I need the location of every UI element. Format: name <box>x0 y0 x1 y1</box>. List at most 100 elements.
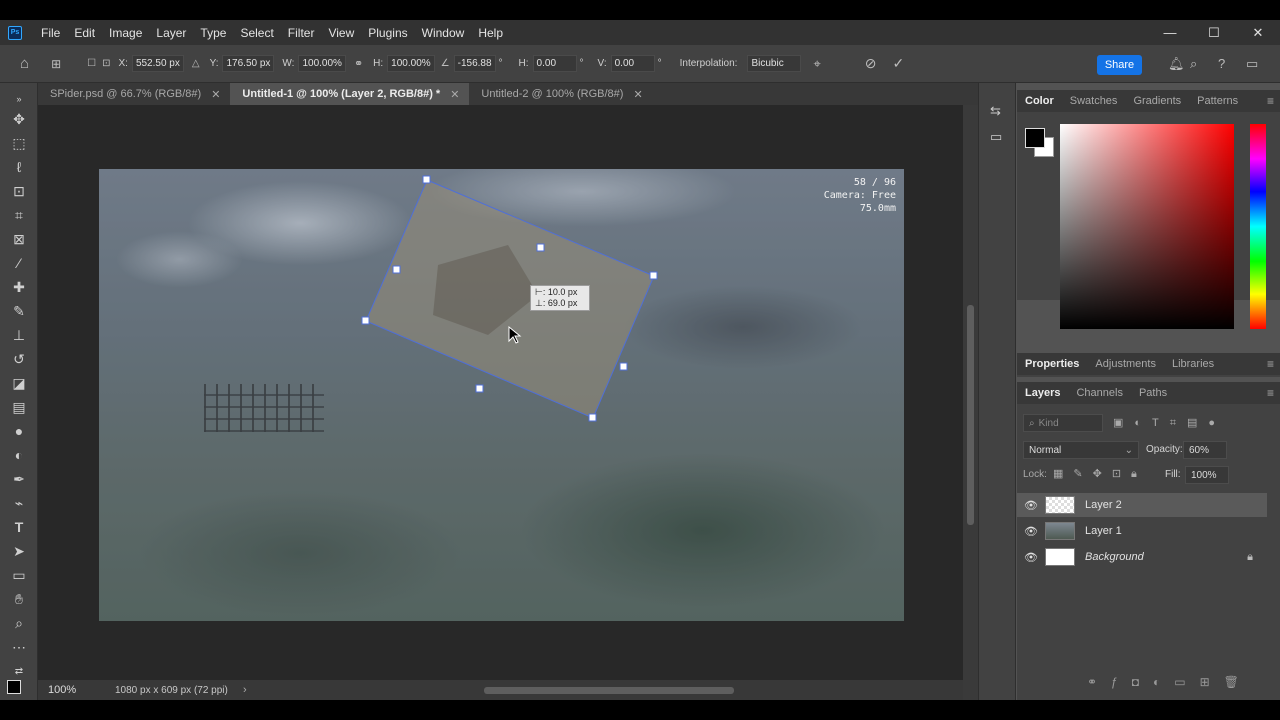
horizontal-skew-input[interactable]: 0.00 <box>532 55 577 72</box>
tab-spider-psd[interactable]: SPider.psd @ 66.7% (RGB/8#) ✕ <box>38 83 230 105</box>
crop-tool-icon[interactable]: ⌗ <box>9 205 29 225</box>
menu-select[interactable]: Select <box>233 26 280 40</box>
pen-tool-alt-icon[interactable]: ⌁ <box>9 493 29 513</box>
transform-handle-bottom-left[interactable] <box>361 316 370 325</box>
tab-libraries[interactable]: Libraries <box>1164 353 1222 375</box>
hand-tool-icon[interactable]: ✋︎ <box>9 589 29 609</box>
tab-color[interactable]: Color <box>1017 90 1062 112</box>
tab-adjustments[interactable]: Adjustments <box>1087 353 1164 375</box>
eye-icon[interactable]: 👁︎ <box>1017 499 1045 512</box>
pen-tool-icon[interactable]: ✒ <box>9 469 29 489</box>
comments-icon[interactable]: ▭ <box>990 129 1002 145</box>
eye-icon[interactable]: 👁︎ <box>1017 551 1045 564</box>
panel-menu-icon[interactable]: ≡ <box>1267 357 1274 371</box>
tab-layers[interactable]: Layers <box>1017 382 1068 404</box>
menu-view[interactable]: View <box>321 26 361 40</box>
layer-name[interactable]: Layer 1 <box>1085 525 1122 537</box>
rotate-angle-input[interactable]: -156.88 <box>453 55 496 72</box>
menu-image[interactable]: Image <box>102 26 149 40</box>
warp-mode-icon[interactable]: ⌖ <box>813 56 820 72</box>
gradient-tool-icon[interactable]: ▤ <box>9 397 29 417</box>
eraser-tool-icon[interactable]: ◪ <box>9 373 29 393</box>
transform-handle-bottom[interactable] <box>475 384 484 393</box>
reference-point-checkbox[interactable]: ☐ <box>87 58 96 69</box>
opacity-input[interactable]: 60% <box>1183 441 1227 459</box>
commit-transform-icon[interactable]: ✓ <box>893 55 905 72</box>
transform-handle-top-right[interactable] <box>649 271 658 280</box>
home-icon[interactable]: ⌂ <box>20 55 29 72</box>
menu-plugins[interactable]: Plugins <box>361 26 414 40</box>
layer-actions-icons[interactable]: ⚭ƒ◘◐▭⊞🗑︎ <box>1087 675 1253 689</box>
status-menu-arrow[interactable]: › <box>243 684 247 696</box>
layer-name[interactable]: Background <box>1085 551 1144 563</box>
interpolation-select[interactable]: Bicubic <box>747 55 802 72</box>
layer-name[interactable]: Layer 2 <box>1085 499 1122 511</box>
eye-icon[interactable]: 👁︎ <box>1017 525 1045 538</box>
vertical-scroll-thumb[interactable] <box>967 305 974 525</box>
tab-swatches[interactable]: Swatches <box>1062 90 1126 112</box>
menu-filter[interactable]: Filter <box>281 26 322 40</box>
menu-edit[interactable]: Edit <box>67 26 102 40</box>
history-icon[interactable]: ⇆ <box>990 103 1001 119</box>
close-tab-icon[interactable]: ✕ <box>450 88 459 101</box>
horizontal-scroll-thumb[interactable] <box>484 687 734 694</box>
tab-properties[interactable]: Properties <box>1017 353 1087 375</box>
tab-paths[interactable]: Paths <box>1131 382 1175 404</box>
menu-help[interactable]: Help <box>471 26 510 40</box>
menu-window[interactable]: Window <box>415 26 472 40</box>
blur-tool-icon[interactable]: ● <box>9 421 29 441</box>
help-icon[interactable]: ? <box>1218 56 1225 71</box>
menu-type[interactable]: Type <box>193 26 233 40</box>
workspace-icon[interactable]: ▭ <box>1246 56 1258 72</box>
minimize-button[interactable]: — <box>1148 20 1192 45</box>
move-tool-icon[interactable]: ✥ <box>9 109 29 129</box>
tab-untitled-1[interactable]: Untitled-1 @ 100% (Layer 2, RGB/8#) * ✕ <box>230 83 470 105</box>
type-tool-icon[interactable]: T <box>9 517 29 537</box>
canvas-area[interactable]: 58 / 96 Camera: Free 75.0mm ⊢: 10.0 px ⊥… <box>38 105 963 680</box>
tab-channels[interactable]: Channels <box>1068 382 1130 404</box>
x-position-input[interactable]: 552.50 px <box>131 55 184 72</box>
close-tab-icon[interactable]: ✕ <box>211 88 220 101</box>
horizontal-scrollbar[interactable] <box>266 685 956 695</box>
dodge-tool-icon[interactable]: ◐ <box>9 445 29 465</box>
layer-filter-icons[interactable]: ▣◐T⌗▤● <box>1113 416 1226 430</box>
reference-point-locator-icon[interactable]: ⊡ <box>102 58 110 69</box>
cancel-transform-icon[interactable]: ⊘ <box>865 55 877 72</box>
object-selection-tool-icon[interactable]: ⊡ <box>9 181 29 201</box>
panel-menu-icon[interactable]: ≡ <box>1267 94 1274 108</box>
healing-brush-tool-icon[interactable]: ✚ <box>9 277 29 297</box>
tab-gradients[interactable]: Gradients <box>1125 90 1189 112</box>
transform-handle-right[interactable] <box>619 362 628 371</box>
foreground-color-chip[interactable] <box>1025 128 1045 148</box>
layer-filter-search[interactable]: ⌕ Kind <box>1023 414 1103 432</box>
share-button[interactable]: Share <box>1097 55 1142 75</box>
swap-colors-icon[interactable]: ⇄ <box>9 661 29 681</box>
transform-handle-bottom-right[interactable] <box>588 413 597 422</box>
transform-handle-top[interactable] <box>536 243 545 252</box>
height-scale-input[interactable]: 100.00% <box>387 55 435 72</box>
transform-bounding-box[interactable] <box>38 105 963 680</box>
blend-mode-select[interactable]: Normal ⌄ <box>1023 441 1139 459</box>
lasso-tool-icon[interactable]: ℓ <box>9 157 29 177</box>
fill-input[interactable]: 100% <box>1185 466 1229 484</box>
clone-stamp-tool-icon[interactable]: ⊥ <box>9 325 29 345</box>
zoom-level[interactable]: 100% <box>38 684 93 696</box>
tab-patterns[interactable]: Patterns <box>1189 90 1246 112</box>
path-selection-tool-icon[interactable]: ➤ <box>9 541 29 561</box>
width-scale-input[interactable]: 100.00% <box>298 55 346 72</box>
transform-handle-left[interactable] <box>392 265 401 274</box>
foreground-color-swatch[interactable] <box>7 680 21 694</box>
lock-options-icons[interactable]: ▦✎✥⊡🔒︎ <box>1053 467 1147 481</box>
rectangle-tool-icon[interactable]: ▭ <box>9 565 29 585</box>
relative-position-icon[interactable]: △ <box>192 58 200 69</box>
color-picker-field[interactable] <box>1060 124 1234 329</box>
more-tools-icon[interactable]: ⋯ <box>9 637 29 657</box>
transform-handle-top-left[interactable] <box>422 175 431 184</box>
bell-icon[interactable]: 🔔︎ <box>1168 56 1185 72</box>
zoom-tool-icon[interactable]: ⌕ <box>9 613 29 633</box>
layer-row-layer-2[interactable]: 👁︎ Layer 2 <box>1017 493 1267 517</box>
collapse-toolbar-icon[interactable]: » <box>9 89 29 109</box>
panel-menu-icon[interactable]: ≡ <box>1267 386 1274 400</box>
vertical-skew-input[interactable]: 0.00 <box>610 55 655 72</box>
link-aspect-icon[interactable]: ⚭ <box>354 57 363 70</box>
